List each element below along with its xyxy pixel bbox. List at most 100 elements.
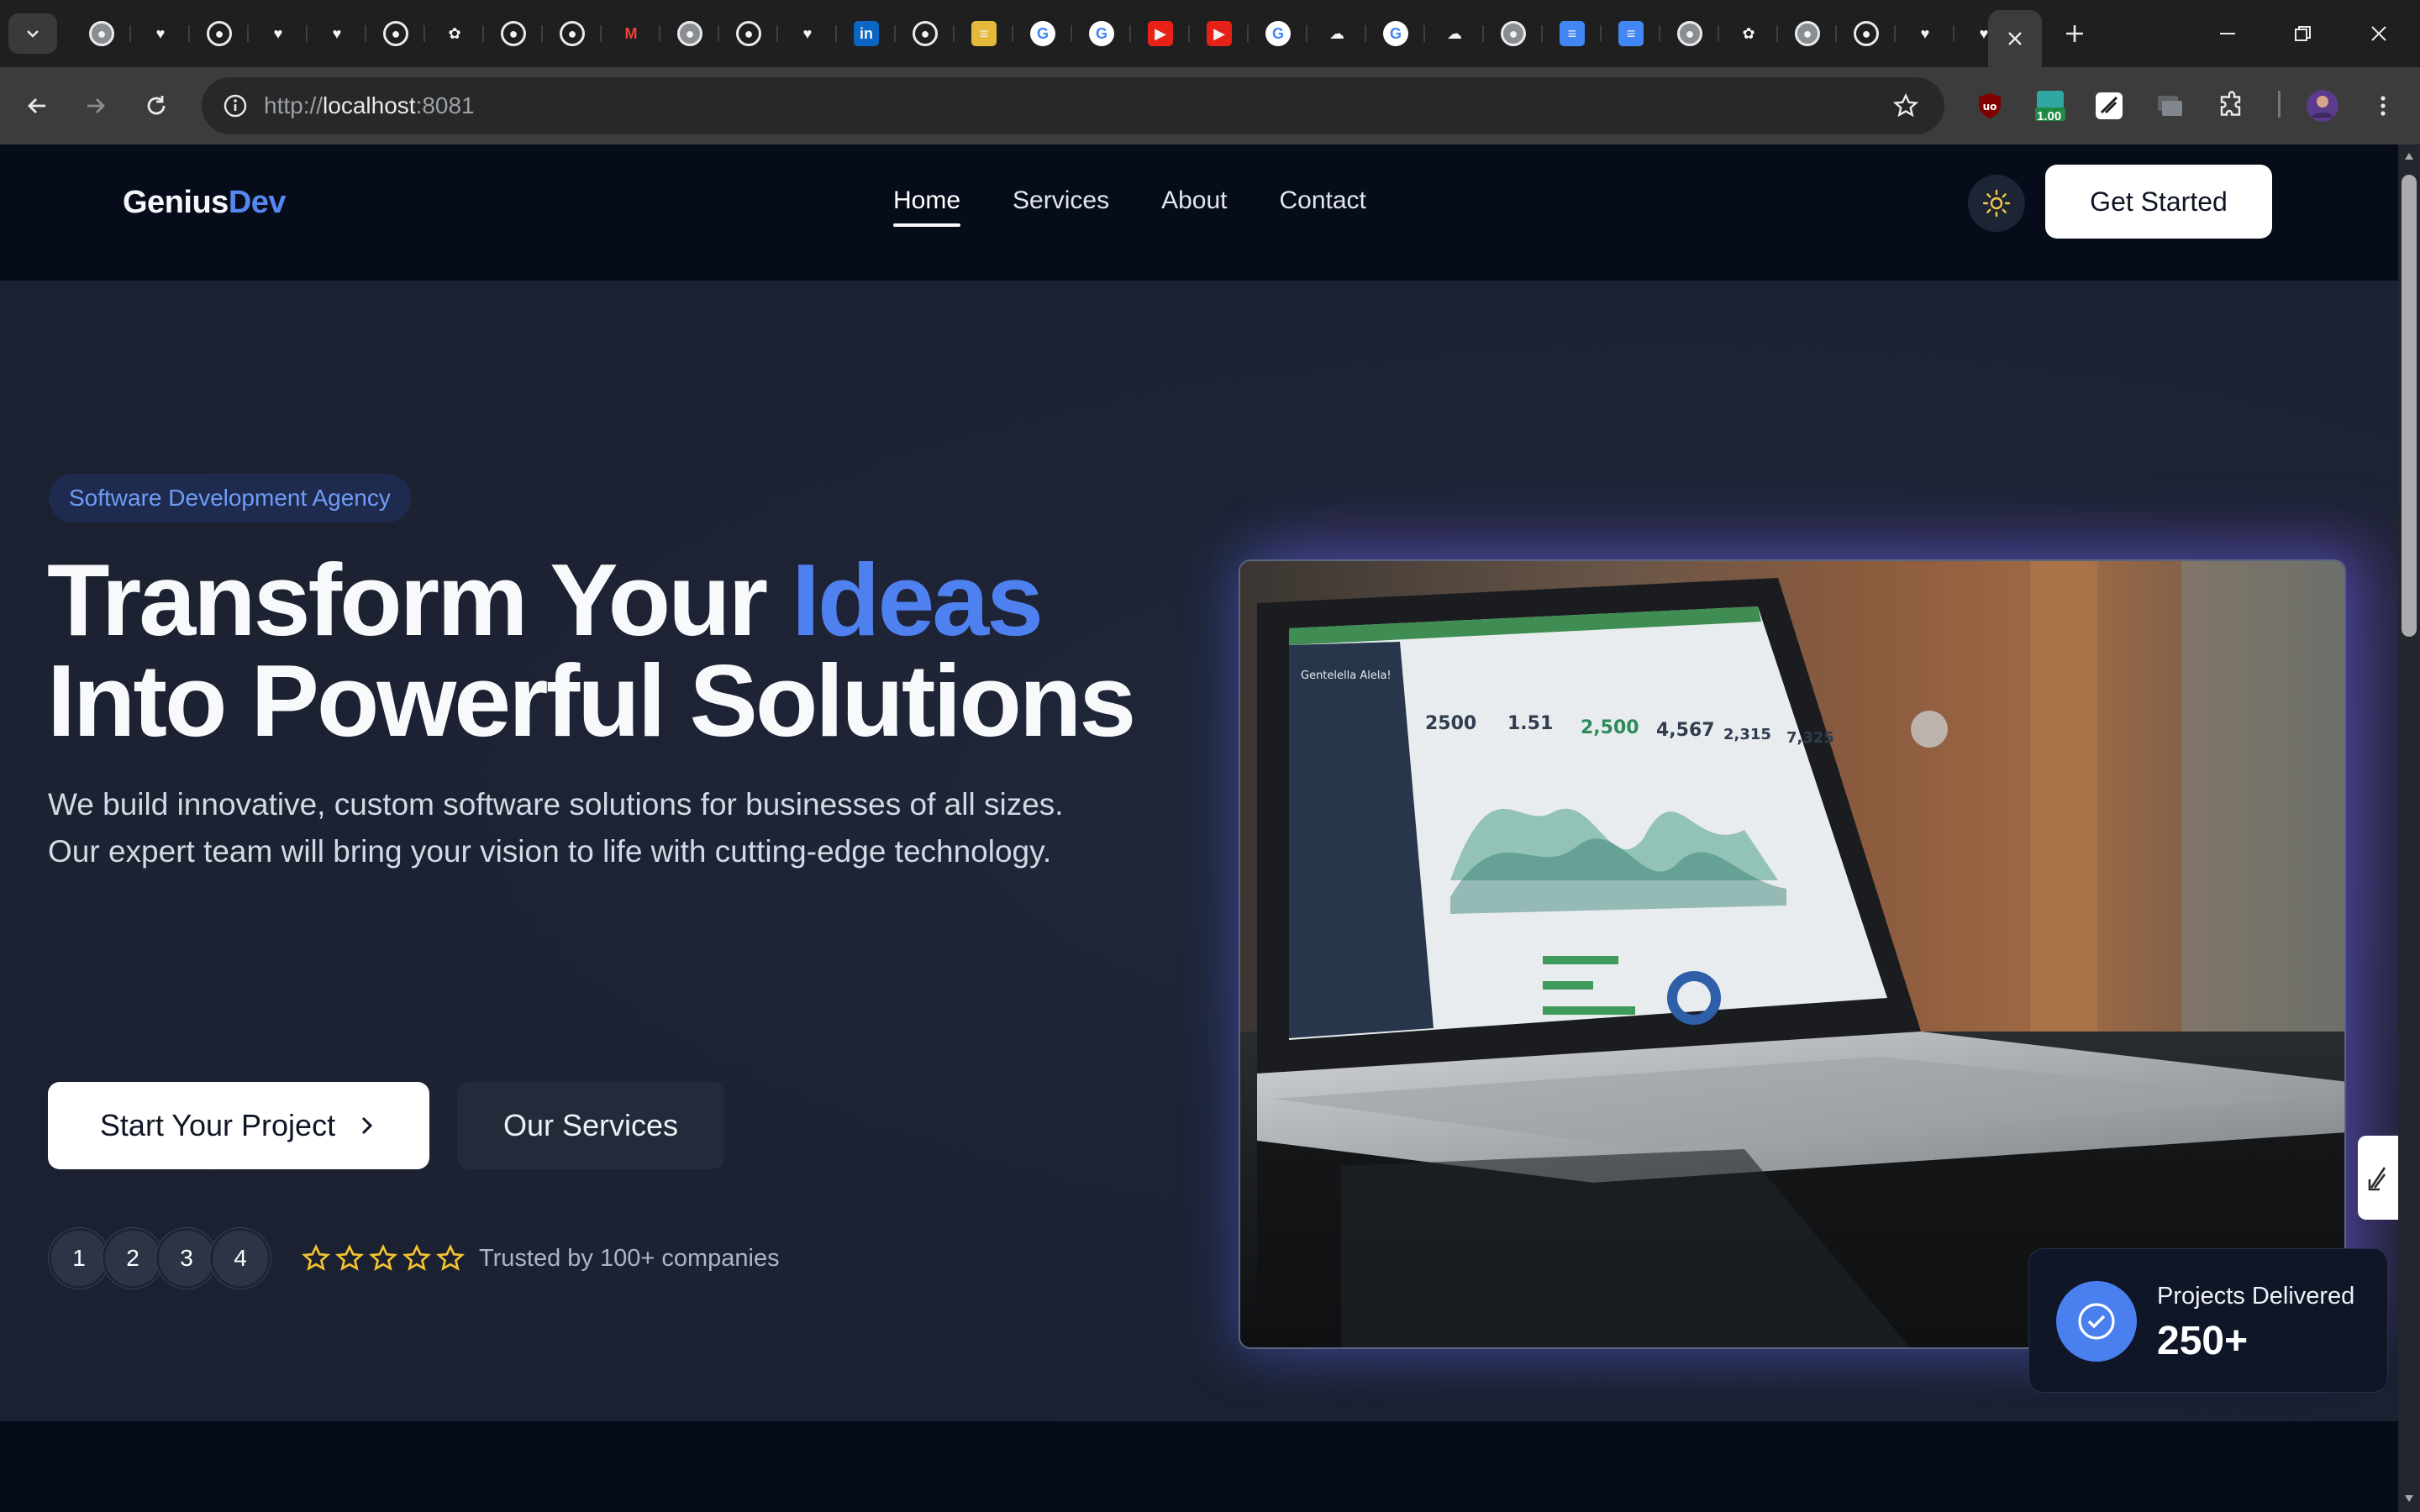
pinned-tab[interactable]: ● [484, 13, 543, 54]
pinned-tab[interactable]: ☁ [1425, 13, 1484, 54]
pinned-tab[interactable]: ♥ [249, 13, 308, 54]
next-section [0, 1421, 2398, 1512]
pinned-tab[interactable]: ♥ [1896, 13, 1954, 54]
scrollbar-thumb[interactable] [2402, 175, 2417, 637]
restore-button[interactable] [2265, 8, 2341, 59]
pinned-tab[interactable]: ♥ [131, 13, 190, 54]
pinned-tab[interactable]: G [1249, 13, 1307, 54]
pinned-tab[interactable]: ● [1484, 13, 1543, 54]
pinned-tab[interactable]: ● [1778, 13, 1837, 54]
pinned-tab[interactable]: ✿ [425, 13, 484, 54]
browser-menu-button[interactable] [2361, 84, 2405, 128]
pinned-tab[interactable]: ☁ [1307, 13, 1366, 54]
extensions-button[interactable] [2210, 84, 2254, 128]
close-icon[interactable] [2006, 29, 2024, 48]
address-bar[interactable]: http://localhost:8081 [202, 77, 1944, 134]
heart-icon: ♥ [266, 21, 291, 46]
pinned-tab[interactable]: ● [1837, 13, 1896, 54]
url-host: localhost [323, 92, 416, 118]
media-extension[interactable] [2148, 84, 2191, 128]
puzzle-icon [2220, 91, 2241, 116]
more-vertical-icon [2381, 96, 2386, 116]
pinned-tab[interactable]: ▶ [1190, 13, 1249, 54]
github-icon: ● [383, 21, 408, 46]
heart-icon: ♥ [148, 21, 173, 46]
heart-icon: ♥ [324, 21, 350, 46]
minimize-button[interactable] [2190, 8, 2265, 59]
pinned-tab[interactable]: ● [660, 13, 719, 54]
pinned-tab[interactable]: ≡ [1543, 13, 1602, 54]
avatar: 1 [49, 1228, 109, 1289]
window-close-button[interactable] [2341, 8, 2417, 59]
zoom-extension[interactable]: 1.00 [2028, 84, 2072, 128]
browser-tab-strip: ● ♥ ● ♥ ♥ ● ✿ ● ● M ● ● ♥ in ● ≡ G G ▶ ▶ G ☁ G ☁ ● ≡ ≡ ● ✿ ● ● ♥ ♥ [0, 0, 2420, 67]
google-icon: G [1089, 21, 1114, 46]
laptop-app-name: Gentelella Alela! [1301, 669, 1392, 682]
tab-search-button[interactable] [8, 13, 57, 54]
plus-icon [2066, 25, 2083, 42]
pinned-tab[interactable]: ● [366, 13, 425, 54]
pinned-tab[interactable]: G [1366, 13, 1425, 54]
get-started-button[interactable]: Get Started [2045, 165, 2272, 239]
pinned-tab[interactable]: G [1013, 13, 1072, 54]
pinned-tab[interactable]: ≡ [1602, 13, 1660, 54]
logo-main-text: Genius [123, 185, 229, 220]
profile-button[interactable] [2301, 84, 2344, 128]
pinned-tab[interactable]: ● [896, 13, 955, 54]
pinned-tab[interactable]: ♥ [308, 13, 366, 54]
laptop-metric: 2,315 [1723, 726, 1771, 743]
pinned-tab[interactable]: ● [190, 13, 249, 54]
pinned-tab[interactable]: G [1072, 13, 1131, 54]
svg-text:uo: uo [1983, 101, 1997, 113]
github-icon: ● [1854, 21, 1879, 46]
page-viewport: GeniusDev Home Services About Contact Ge… [0, 144, 2398, 1512]
url-text[interactable]: http://localhost:8081 [264, 91, 475, 121]
hero-image: 2500 1.51 2,500 4,567 2,315 7,325 Gentel… [1239, 559, 2346, 1349]
pinned-tab[interactable]: ✿ [1719, 13, 1778, 54]
sidebar-handle[interactable] [2358, 1136, 2398, 1220]
reload-button[interactable] [131, 81, 182, 131]
nav-link-home[interactable]: Home [893, 186, 961, 227]
pinned-tab[interactable]: ▶ [1131, 13, 1190, 54]
theme-toggle-button[interactable] [1968, 175, 2025, 232]
pinned-tab[interactable]: ♥ [778, 13, 837, 54]
scroll-down-arrow-icon[interactable] [2404, 1494, 2414, 1504]
star-icon [368, 1244, 398, 1271]
google-icon: G [1383, 21, 1408, 46]
pinned-tab[interactable]: M [602, 13, 660, 54]
nav-link-contact[interactable]: Contact [1279, 186, 1365, 227]
our-services-button[interactable]: Our Services [457, 1082, 724, 1169]
active-tab[interactable] [1988, 10, 2042, 67]
linkedin-icon: in [854, 21, 879, 46]
hero-description: We build innovative, custom software sol… [48, 781, 1224, 875]
page-scrollbar[interactable] [2398, 144, 2420, 1512]
openai-icon: ✿ [1736, 21, 1761, 46]
scroll-up-arrow-icon[interactable] [2404, 151, 2414, 161]
pinned-tab[interactable]: ≡ [955, 13, 1013, 54]
url-scheme: http:// [264, 92, 324, 118]
check-circle-icon [2056, 1281, 2137, 1362]
description-line-1: We build innovative, custom software sol… [48, 787, 1064, 822]
site-logo[interactable]: GeniusDev [123, 185, 287, 221]
close-icon [2371, 26, 2386, 41]
chrome-icon: ● [1795, 21, 1820, 46]
laptop-metric: 2,500 [1581, 717, 1639, 738]
forward-button[interactable] [71, 81, 121, 131]
nav-link-services[interactable]: Services [1013, 186, 1109, 227]
laptop-photo: 2500 1.51 2,500 4,567 2,315 7,325 Gentel… [1240, 561, 2344, 1347]
pinned-tab[interactable]: ● [543, 13, 602, 54]
laptop-metric: 7,325 [1786, 729, 1834, 747]
screenshot-extension[interactable] [2087, 84, 2131, 128]
pinned-tab[interactable]: ● [72, 13, 131, 54]
pinned-tab[interactable]: ● [719, 13, 778, 54]
back-button[interactable] [12, 81, 62, 131]
pinned-tab[interactable]: ● [1660, 13, 1719, 54]
nav-link-about[interactable]: About [1161, 186, 1227, 227]
pinned-tab[interactable]: in [837, 13, 896, 54]
new-tab-button[interactable] [2054, 17, 2096, 50]
ublock-extension[interactable]: uo [1968, 84, 2012, 128]
heart-icon: ♥ [795, 21, 820, 46]
site-info-button[interactable] [217, 87, 254, 124]
bookmark-button[interactable] [1887, 87, 1924, 124]
start-project-button[interactable]: Start Your Project [48, 1082, 429, 1169]
